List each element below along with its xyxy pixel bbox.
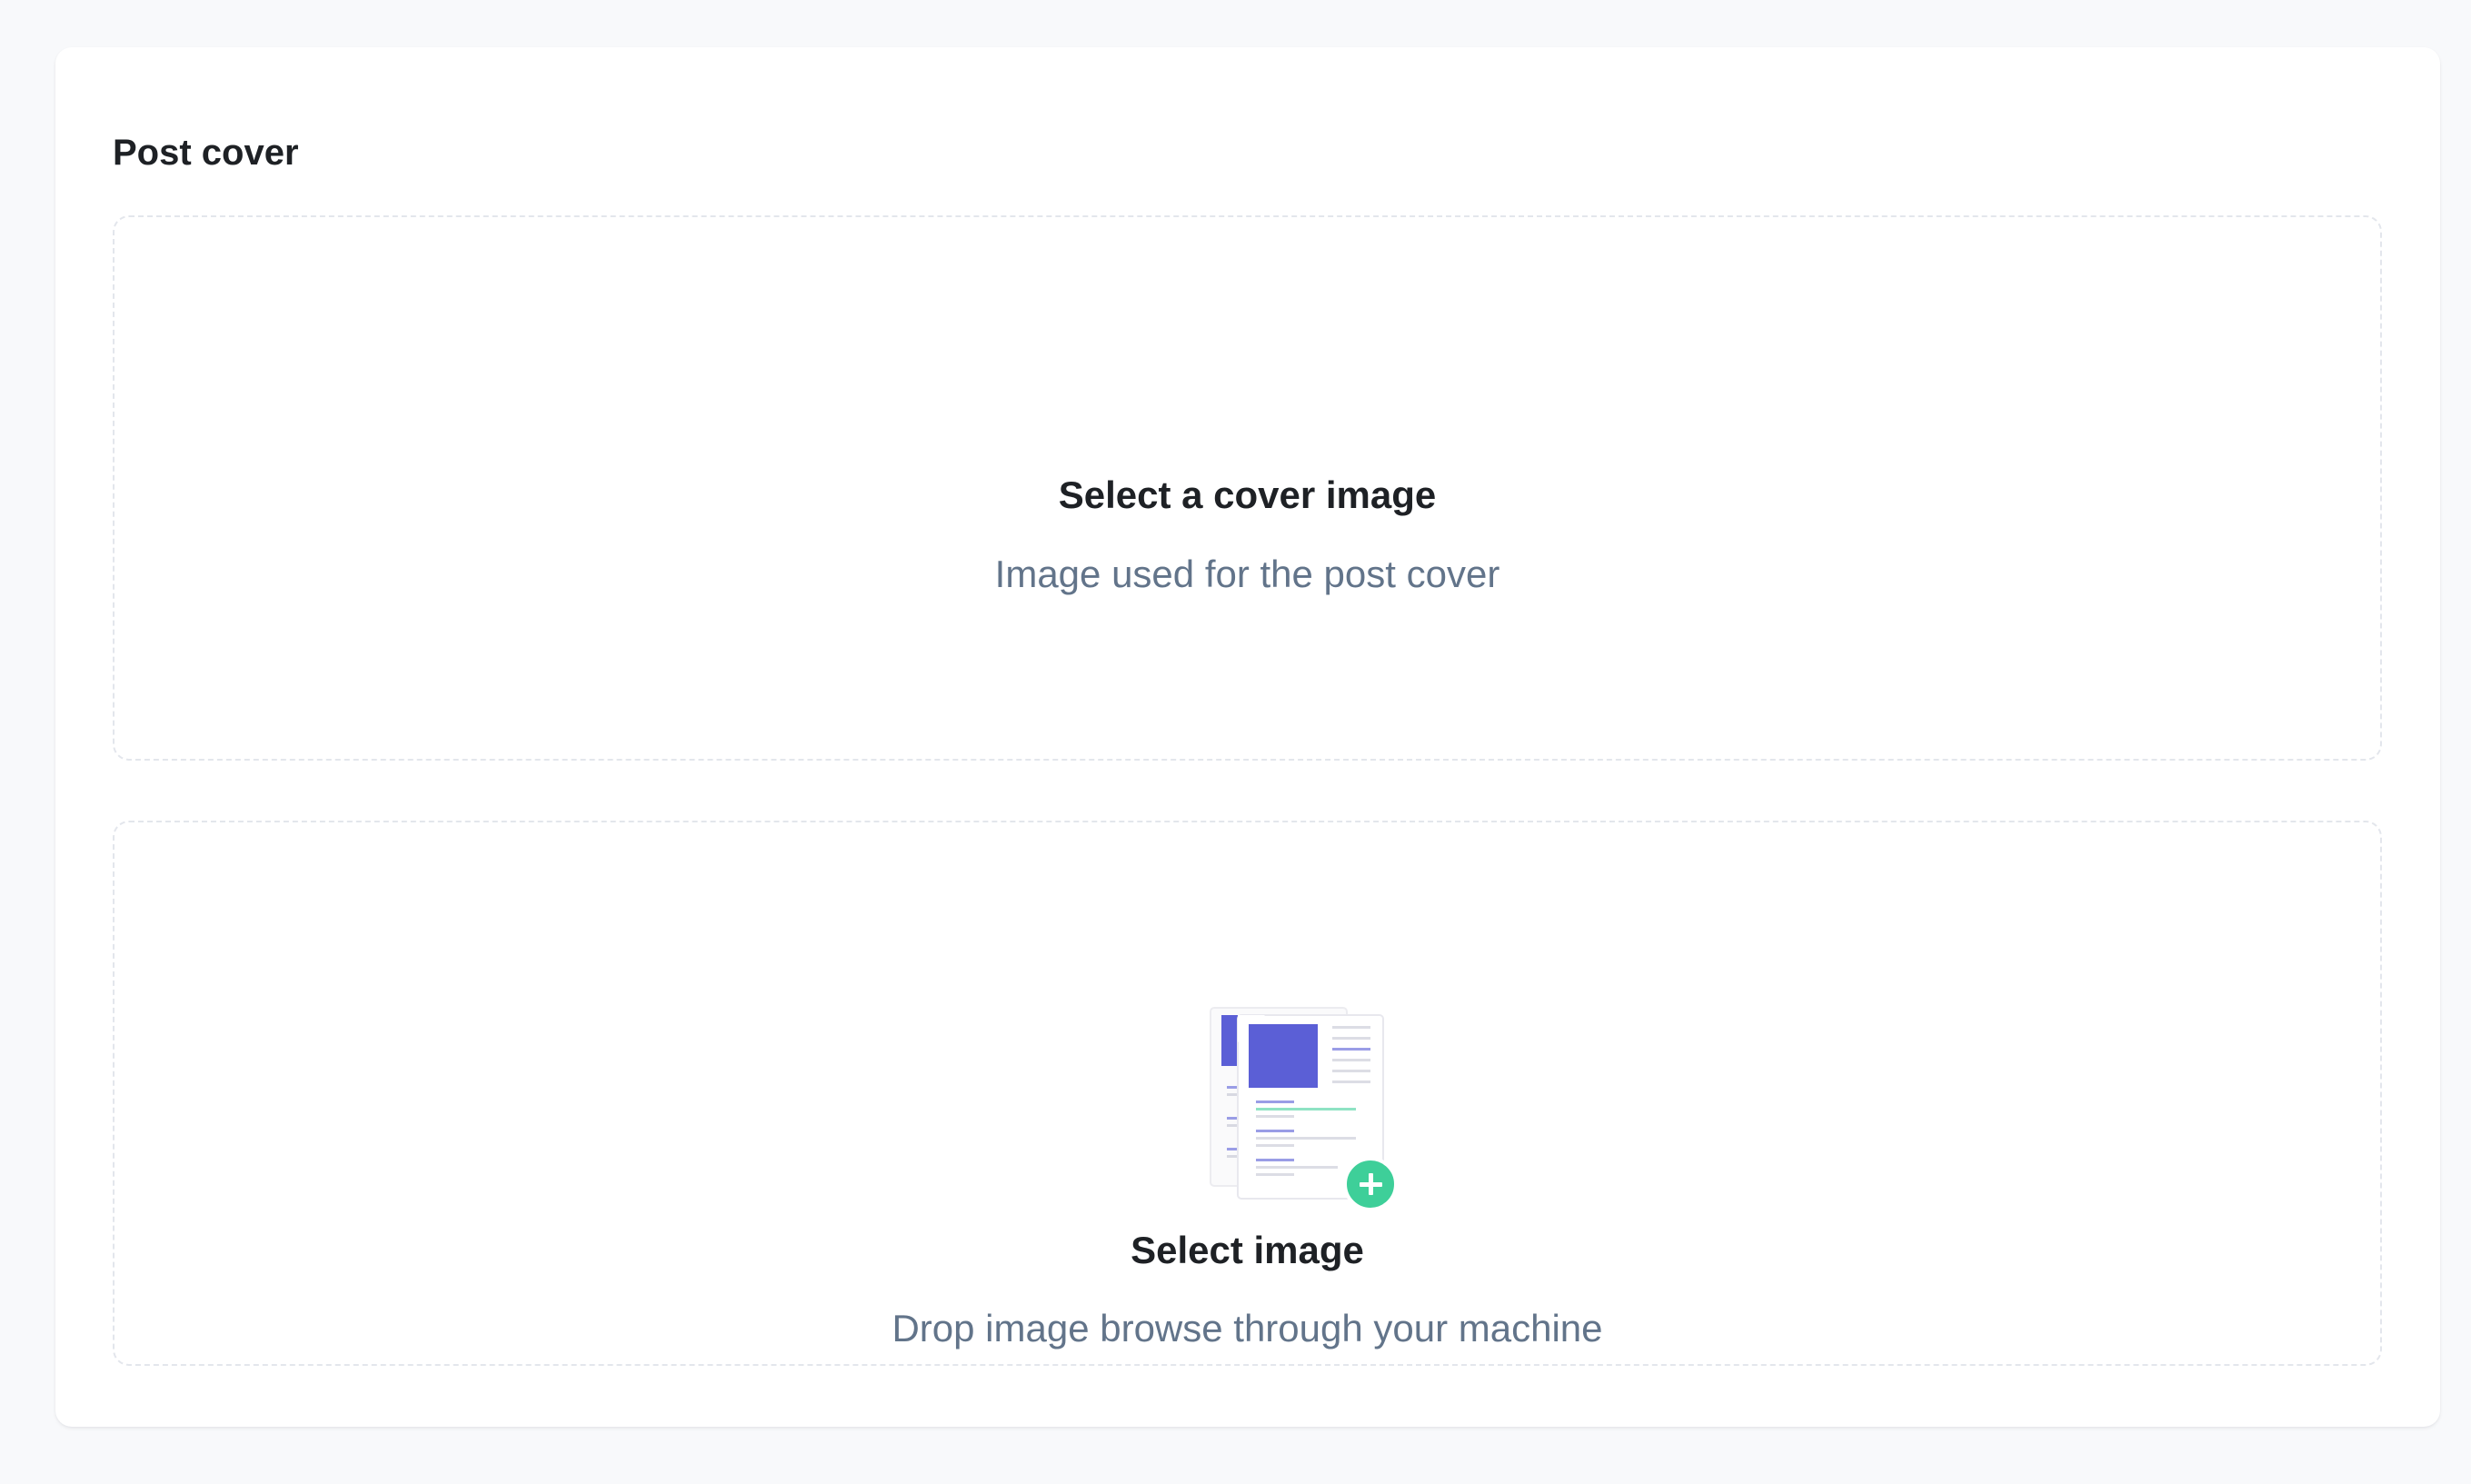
documents-add-icon (1210, 1007, 1398, 1211)
cover-image-dropzone[interactable]: Select a cover image Image used for the … (113, 215, 2382, 761)
image-upload-dropzone[interactable]: Select image Drop image browse through y… (113, 821, 2382, 1366)
cover-dropzone-title: Select a cover image (1058, 473, 1437, 516)
post-cover-card: Post cover Select a cover image Image us… (55, 47, 2440, 1427)
card-title: Post cover (113, 133, 299, 173)
cover-dropzone-subtitle: Image used for the post cover (994, 553, 1500, 595)
upload-dropzone-title: Select image (1131, 1229, 1364, 1271)
upload-dropzone-subtitle: Drop image browse through your machine (892, 1307, 1603, 1350)
